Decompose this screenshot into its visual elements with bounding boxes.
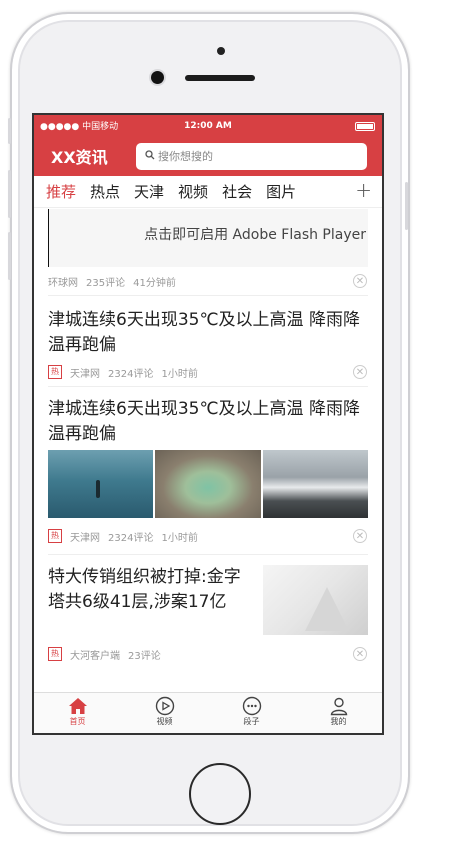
article-thumbnail	[263, 565, 368, 635]
article-title[interactable]: 津城连续6天出现35℃及以上高温 降雨降温再跑偏	[48, 308, 368, 358]
search-input[interactable]: 搜你想搜的	[136, 142, 367, 170]
nav-label: 段子	[243, 717, 260, 726]
article-title[interactable]: 津城连续6天出现35℃及以上高温 降雨降温再跑偏	[48, 397, 368, 447]
camera-dot	[217, 47, 225, 55]
dismiss-icon[interactable]: ✕	[353, 529, 367, 543]
article-image	[48, 450, 154, 518]
article-meta: 热 天津网 2324评论 1小时前 ✕	[48, 518, 368, 554]
search-icon	[145, 149, 155, 163]
article-time: 41分钟前	[133, 277, 176, 289]
tab-video[interactable]: 视频	[178, 181, 208, 202]
tab-pictures[interactable]: 图片	[266, 181, 296, 202]
tab-hot[interactable]: 热点	[90, 181, 120, 202]
article-meta: 环球网 235评论 41分钟前 ✕	[48, 267, 368, 295]
article-comments: 2324评论	[108, 368, 154, 380]
article-meta: 热 天津网 2324评论 1小时前 ✕	[48, 358, 368, 386]
status-time: 12:00 AM	[184, 120, 232, 131]
home-icon	[34, 696, 121, 716]
volume-up-button	[8, 170, 11, 218]
article-time: 1小时前	[161, 368, 198, 380]
hot-badge: 热	[48, 647, 62, 661]
article-source: 环球网	[48, 277, 78, 289]
bottom-nav: 首页 视频 段子 我的	[34, 692, 382, 733]
app-header: ●●●●● 中国移动 12:00 AM XX资讯 搜你想搜的	[34, 115, 382, 176]
article-row: 特大传销组织被打掉:金字塔共6级41层,涉案17亿	[48, 555, 368, 635]
list-item[interactable]: 点击即可启用 Adobe Flash Player 环球网 235评论 41分钟…	[48, 209, 368, 295]
user-icon	[295, 696, 382, 716]
tab-tianjin[interactable]: 天津	[134, 181, 164, 202]
article-source: 天津网	[70, 368, 100, 380]
front-camera	[151, 71, 164, 84]
article-title[interactable]: 特大传销组织被打掉:金字塔共6级41层,涉案17亿	[48, 555, 263, 635]
article-comments: 2324评论	[108, 532, 154, 544]
battery-icon	[355, 122, 375, 131]
app-logo: XX资讯	[51, 148, 108, 167]
hot-badge: 热	[48, 529, 62, 543]
play-icon	[121, 696, 208, 716]
list-item[interactable]: 津城连续6天出现35℃及以上高温 降雨降温再跑偏 热 天津网 2324评论 1小…	[48, 387, 368, 554]
article-image	[155, 450, 261, 518]
power-button	[405, 182, 408, 230]
nav-home[interactable]: 首页	[34, 693, 121, 733]
nav-video[interactable]: 视频	[121, 693, 208, 733]
flash-message: 点击即可启用 Adobe Flash Player	[144, 227, 366, 243]
dismiss-icon[interactable]: ✕	[353, 274, 367, 288]
article-meta: 热 大河客户端 23评论 ✕	[48, 635, 368, 673]
article-comments: 235评论	[86, 277, 126, 289]
article-images	[48, 450, 368, 518]
earpiece-speaker	[185, 75, 255, 81]
article-comments: 23评论	[128, 650, 161, 662]
dismiss-icon[interactable]: ✕	[353, 647, 367, 661]
app-screen: ●●●●● 中国移动 12:00 AM XX资讯 搜你想搜的 推荐 热点 天津 …	[32, 113, 384, 735]
add-tab-icon[interactable]: +	[355, 178, 372, 202]
article-source: 大河客户端	[70, 650, 120, 662]
nav-label: 我的	[330, 717, 347, 726]
mute-switch	[8, 118, 11, 144]
nav-label: 视频	[156, 717, 173, 726]
article-source: 天津网	[70, 532, 100, 544]
home-button[interactable]	[189, 763, 251, 825]
flash-placeholder[interactable]: 点击即可启用 Adobe Flash Player	[48, 209, 368, 267]
dismiss-icon[interactable]: ✕	[353, 365, 367, 379]
hot-badge: 热	[48, 365, 62, 379]
article-time: 1小时前	[161, 532, 198, 544]
tab-recommend[interactable]: 推荐	[46, 181, 76, 202]
chat-icon	[208, 696, 295, 716]
article-image	[262, 450, 368, 518]
list-item[interactable]: 特大传销组织被打掉:金字塔共6级41层,涉案17亿 热 大河客户端 23评论 ✕	[48, 555, 368, 673]
nav-label: 首页	[69, 717, 86, 726]
status-bar: ●●●●● 中国移动 12:00 AM	[34, 115, 382, 136]
search-placeholder: 搜你想搜的	[158, 150, 213, 163]
tab-society[interactable]: 社会	[222, 181, 252, 202]
nav-jokes[interactable]: 段子	[208, 693, 295, 733]
list-item[interactable]: 津城连续6天出现35℃及以上高温 降雨降温再跑偏 热 天津网 2324评论 1小…	[48, 296, 368, 386]
volume-down-button	[8, 232, 11, 280]
nav-bar: XX资讯 搜你想搜的	[34, 136, 382, 176]
nav-profile[interactable]: 我的	[295, 693, 382, 733]
category-tabs: 推荐 热点 天津 视频 社会 图片 +	[34, 176, 382, 208]
news-feed: 点击即可启用 Adobe Flash Player 环球网 235评论 41分钟…	[34, 209, 382, 673]
